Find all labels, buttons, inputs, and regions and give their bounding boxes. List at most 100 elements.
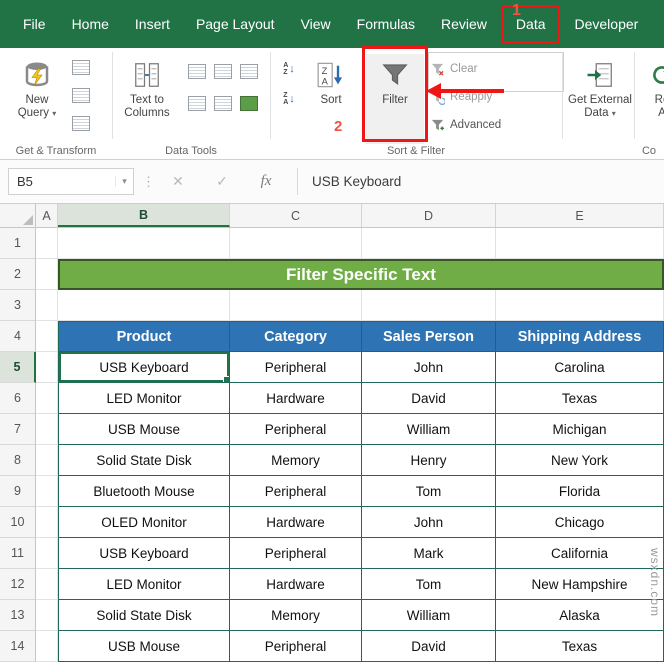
table-header-sales-person[interactable]: Sales Person <box>362 321 496 352</box>
row-header-1[interactable]: 1 <box>0 228 36 259</box>
tab-insert[interactable]: Insert <box>122 0 183 48</box>
cell-E1[interactable] <box>496 228 664 259</box>
cell-D8[interactable]: Henry <box>362 445 496 476</box>
from-table-button[interactable] <box>70 84 92 106</box>
cell-A12[interactable] <box>36 569 58 600</box>
title-banner-cell[interactable]: Filter Specific Text <box>58 259 664 290</box>
insert-function-button[interactable]: fx <box>253 173 279 190</box>
row-header-7[interactable]: 7 <box>0 414 36 445</box>
row-header-3[interactable]: 3 <box>0 290 36 321</box>
sort-descending-button[interactable]: ZA ↓ <box>278 88 300 110</box>
cell-A5[interactable] <box>36 352 58 383</box>
cell-C13[interactable]: Memory <box>230 600 362 631</box>
tab-review[interactable]: Review <box>428 0 500 48</box>
cell-B9[interactable]: Bluetooth Mouse <box>58 476 230 507</box>
cell-D13[interactable]: William <box>362 600 496 631</box>
table-header-product[interactable]: Product <box>58 321 230 352</box>
cell-A2[interactable] <box>36 259 58 290</box>
cell-A7[interactable] <box>36 414 58 445</box>
cell-D1[interactable] <box>362 228 496 259</box>
row-header-11[interactable]: 11 <box>0 538 36 569</box>
column-header-D[interactable]: D <box>362 204 496 227</box>
cell-B8[interactable]: Solid State Disk <box>58 445 230 476</box>
cell-D6[interactable]: David <box>362 383 496 414</box>
flash-fill-button[interactable] <box>186 60 208 82</box>
sort-ascending-button[interactable]: AZ ↓ <box>278 58 300 80</box>
cell-A4[interactable] <box>36 321 58 352</box>
cell-D3[interactable] <box>362 290 496 321</box>
table-header-shipping-address[interactable]: Shipping Address <box>496 321 664 352</box>
cell-C12[interactable]: Hardware <box>230 569 362 600</box>
row-header-14[interactable]: 14 <box>0 631 36 662</box>
cell-E13[interactable]: Alaska <box>496 600 664 631</box>
cell-C11[interactable]: Peripheral <box>230 538 362 569</box>
refresh-all-button[interactable]: Re A <box>638 54 664 144</box>
recent-sources-button[interactable] <box>70 112 92 134</box>
cell-D7[interactable]: William <box>362 414 496 445</box>
cell-D10[interactable]: John <box>362 507 496 538</box>
consolidate-button[interactable] <box>186 92 208 114</box>
show-queries-button[interactable] <box>70 56 92 78</box>
data-model-button[interactable] <box>238 92 260 114</box>
cell-C3[interactable] <box>230 290 362 321</box>
row-header-5[interactable]: 5 <box>0 352 36 383</box>
cell-D11[interactable]: Mark <box>362 538 496 569</box>
tab-formulas[interactable]: Formulas <box>344 0 428 48</box>
cell-A11[interactable] <box>36 538 58 569</box>
cell-A13[interactable] <box>36 600 58 631</box>
cell-A8[interactable] <box>36 445 58 476</box>
cell-C6[interactable]: Hardware <box>230 383 362 414</box>
advanced-filter-button[interactable]: Advanced <box>430 114 501 136</box>
cell-C14[interactable]: Peripheral <box>230 631 362 662</box>
name-box[interactable]: B5 ▾ <box>8 168 134 195</box>
cell-C7[interactable]: Peripheral <box>230 414 362 445</box>
cell-D5[interactable]: John <box>362 352 496 383</box>
clear-filter-button[interactable]: Clear <box>430 58 477 80</box>
cell-D9[interactable]: Tom <box>362 476 496 507</box>
enter-button[interactable]: ✓ <box>209 173 235 190</box>
new-query-button[interactable]: New Query ▾ <box>8 54 66 144</box>
cell-B14[interactable]: USB Mouse <box>58 631 230 662</box>
cell-B12[interactable]: LED Monitor <box>58 569 230 600</box>
cell-D12[interactable]: Tom <box>362 569 496 600</box>
cell-B7[interactable]: USB Mouse <box>58 414 230 445</box>
row-header-4[interactable]: 4 <box>0 321 36 352</box>
remove-duplicates-button[interactable] <box>212 60 234 82</box>
cell-C10[interactable]: Hardware <box>230 507 362 538</box>
column-header-C[interactable]: C <box>230 204 362 227</box>
column-header-B[interactable]: B <box>58 204 230 227</box>
select-all-button[interactable] <box>0 204 36 227</box>
cell-B3[interactable] <box>58 290 230 321</box>
cell-C1[interactable] <box>230 228 362 259</box>
tab-data[interactable]: Data <box>501 5 560 43</box>
cell-B6[interactable]: LED Monitor <box>58 383 230 414</box>
cell-A14[interactable] <box>36 631 58 662</box>
cell-E9[interactable]: Florida <box>496 476 664 507</box>
row-header-13[interactable]: 13 <box>0 600 36 631</box>
cell-E11[interactable]: California <box>496 538 664 569</box>
cell-E3[interactable] <box>496 290 664 321</box>
cell-B5[interactable]: USB Keyboard <box>58 352 230 383</box>
cell-E12[interactable]: New Hampshire <box>496 569 664 600</box>
cancel-button[interactable]: ✕ <box>165 173 191 190</box>
row-header-10[interactable]: 10 <box>0 507 36 538</box>
row-header-12[interactable]: 12 <box>0 569 36 600</box>
table-header-category[interactable]: Category <box>230 321 362 352</box>
cell-A6[interactable] <box>36 383 58 414</box>
cell-D14[interactable]: David <box>362 631 496 662</box>
cell-C9[interactable]: Peripheral <box>230 476 362 507</box>
cell-A3[interactable] <box>36 290 58 321</box>
cell-A10[interactable] <box>36 507 58 538</box>
tab-developer[interactable]: Developer <box>562 0 652 48</box>
cell-E5[interactable]: Carolina <box>496 352 664 383</box>
cell-C5[interactable]: Peripheral <box>230 352 362 383</box>
formula-input[interactable]: USB Keyboard <box>312 174 401 189</box>
row-header-2[interactable]: 2 <box>0 259 36 290</box>
tab-home[interactable]: Home <box>59 0 122 48</box>
sort-button[interactable]: Z A Sort <box>304 54 358 144</box>
get-external-data-button[interactable]: Get External Data ▾ <box>568 54 632 144</box>
cell-E10[interactable]: Chicago <box>496 507 664 538</box>
name-box-caret-icon[interactable]: ▾ <box>115 176 133 187</box>
cell-B13[interactable]: Solid State Disk <box>58 600 230 631</box>
tab-view[interactable]: View <box>288 0 344 48</box>
